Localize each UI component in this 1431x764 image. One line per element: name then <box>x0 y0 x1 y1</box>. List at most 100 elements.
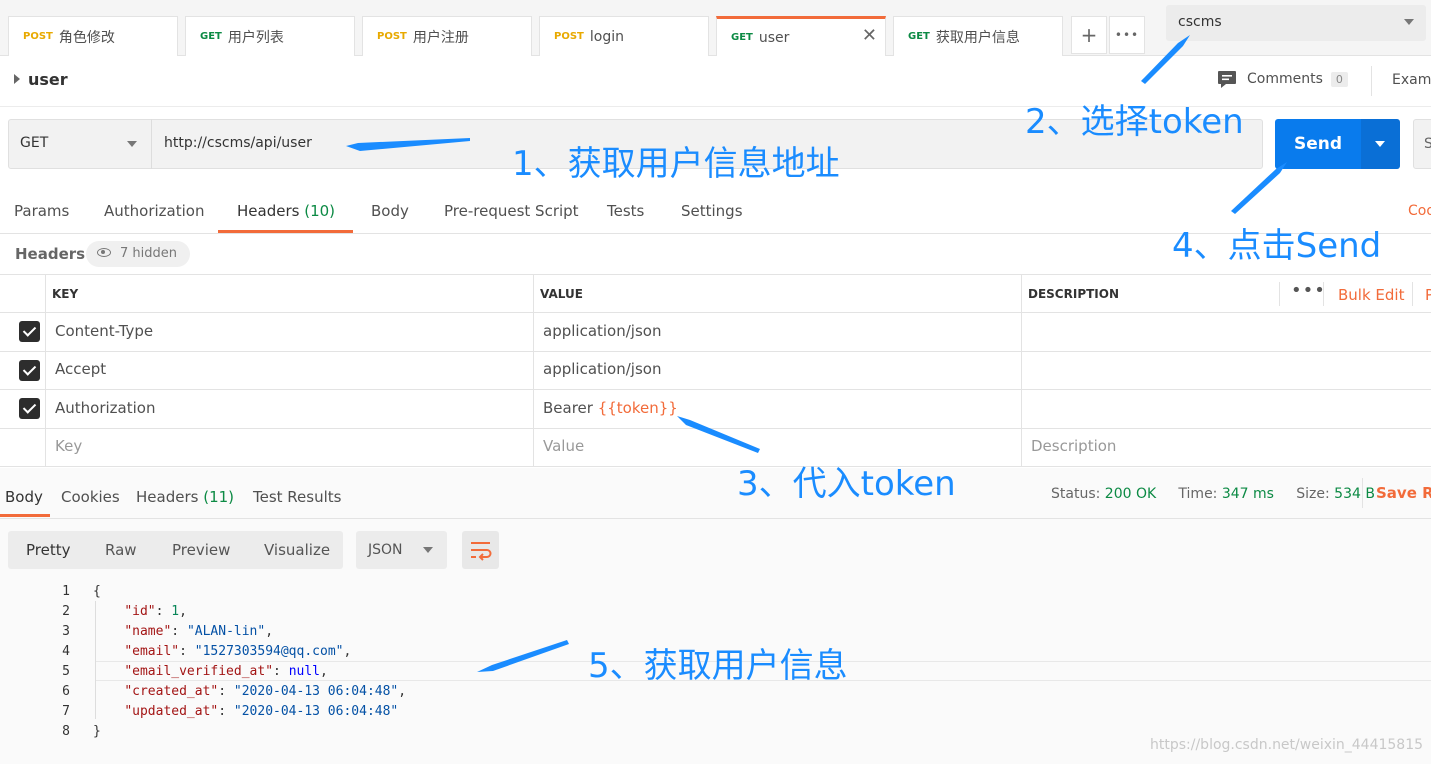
view-raw[interactable]: Raw <box>105 541 137 559</box>
size-label: Size: <box>1296 486 1330 502</box>
view-pretty[interactable]: Pretty <box>26 541 71 559</box>
json-value: "ALAN-lin" <box>186 624 266 639</box>
close-icon[interactable]: ✕ <box>862 25 877 46</box>
row-checkbox[interactable] <box>19 360 40 381</box>
line-number: 6 <box>62 684 70 699</box>
json-value: "1527303594@qq.com" <box>194 644 344 659</box>
request-tab[interactable]: POST 角色修改 <box>8 16 178 56</box>
tab-body[interactable]: Body <box>371 202 409 220</box>
tab-settings[interactable]: Settings <box>681 202 743 220</box>
url-input[interactable]: http://cscms/api/user <box>164 135 464 151</box>
line-number: 1 <box>62 584 70 599</box>
key-input[interactable]: Key <box>55 437 82 455</box>
response-meta: Status: 200 OK Time: 347 ms Size: 534 B <box>1051 486 1375 502</box>
request-tab[interactable]: POST 用户注册 <box>362 16 532 56</box>
tab-response-body[interactable]: Body <box>5 488 43 506</box>
json-comma: , <box>265 624 274 639</box>
row-checkbox[interactable] <box>19 321 40 342</box>
method-select[interactable]: GET <box>8 119 152 169</box>
hidden-headers-label: 7 hidden <box>120 246 177 261</box>
more-tabs-button[interactable]: ••• <box>1109 16 1145 54</box>
tab-tests[interactable]: Tests <box>607 202 644 220</box>
divider <box>0 518 1431 519</box>
comments-count: 0 <box>1330 71 1348 87</box>
value-input[interactable]: Value <box>543 437 584 455</box>
more-icon[interactable]: ••• <box>1291 280 1326 301</box>
more-icon: ••• <box>1114 28 1140 42</box>
request-tab[interactable]: GET 用户列表 <box>185 16 355 56</box>
format-select[interactable]: JSON <box>356 531 447 569</box>
code-line: } <box>93 724 101 739</box>
header-value[interactable]: Bearer {{token}} <box>543 399 678 417</box>
request-tab[interactable]: GET 获取用户信息 <box>893 16 1063 56</box>
description-input[interactable]: Description <box>1031 437 1116 455</box>
presets-link[interactable]: P <box>1425 286 1431 304</box>
header-value[interactable]: application/json <box>543 322 661 340</box>
divider <box>0 312 1431 313</box>
column-header-value: VALUE <box>540 287 583 301</box>
json-value: "2020-04-13 06:04:48" <box>233 684 399 699</box>
json-value: 1 <box>171 604 180 619</box>
environment-select[interactable]: cscms <box>1166 5 1426 41</box>
time-value: 347 ms <box>1221 486 1274 502</box>
comments-button[interactable]: Comments 0 <box>1217 70 1348 88</box>
annotation-step-1: 1、获取用户信息地址 <box>512 144 840 184</box>
tab-response-headers-count: (11) <box>203 488 235 506</box>
new-tab-button[interactable]: + <box>1071 16 1107 54</box>
json-comma: , <box>398 684 407 699</box>
divider <box>45 274 46 466</box>
view-visualize[interactable]: Visualize <box>264 541 330 559</box>
tab-headers[interactable]: Headers (10) <box>237 202 335 220</box>
tab-label: user <box>758 29 790 46</box>
tab-pre-request-script[interactable]: Pre-request Script <box>444 202 579 220</box>
divider <box>1371 66 1372 96</box>
cookies-link[interactable]: Coo <box>1408 203 1431 219</box>
tab-response-cookies[interactable]: Cookies <box>61 488 120 506</box>
request-tab-active[interactable]: GET user ✕ <box>716 16 886 56</box>
row-checkbox[interactable] <box>19 398 40 419</box>
eye-icon <box>97 248 111 257</box>
json-key: "created_at" <box>124 684 219 699</box>
json-comma: , <box>320 664 328 679</box>
size-value: 534 B <box>1334 486 1375 502</box>
header-value[interactable]: application/json <box>543 360 661 378</box>
json-key: "email" <box>124 644 180 659</box>
divider <box>1412 282 1413 306</box>
tab-authorization[interactable]: Authorization <box>104 202 204 220</box>
request-tab[interactable]: POST login <box>539 16 709 56</box>
bulk-edit-link[interactable]: Bulk Edit <box>1338 286 1404 304</box>
examples-button[interactable]: Exam <box>1392 72 1431 88</box>
chevron-down-icon <box>1404 19 1414 25</box>
header-key[interactable]: Accept <box>55 360 106 378</box>
code-line: "id": 1, <box>124 604 187 619</box>
tab-test-results[interactable]: Test Results <box>253 488 341 506</box>
tab-response-headers[interactable]: Headers (11) <box>136 488 234 506</box>
wrap-lines-button[interactable] <box>462 531 499 569</box>
headers-table <box>0 274 1431 468</box>
divider <box>0 466 1431 467</box>
annotation-step-3: 3、代入token <box>737 464 956 504</box>
code-line: "updated_at": "2020-04-13 06:04:48" <box>124 704 399 719</box>
line-number: 4 <box>62 644 70 659</box>
line-number: 5 <box>62 664 70 679</box>
tab-label: 用户注册 <box>412 29 469 46</box>
tab-label: 角色修改 <box>58 29 115 46</box>
send-options-button[interactable] <box>1361 119 1400 169</box>
save-button[interactable]: S <box>1413 119 1431 169</box>
send-button[interactable]: Send <box>1275 119 1361 169</box>
caret-right-icon[interactable] <box>14 74 20 84</box>
code-line: "name": "ALAN-lin", <box>124 624 274 639</box>
comments-label: Comments <box>1247 71 1323 87</box>
header-value-prefix: Bearer <box>543 399 598 417</box>
json-comma: , <box>343 644 352 659</box>
response-panel <box>0 468 1431 764</box>
format-value: JSON <box>368 542 403 558</box>
headers-section-title: Headers <box>15 245 86 263</box>
header-key[interactable]: Content-Type <box>55 322 153 340</box>
divider <box>1021 274 1022 466</box>
annotation-step-5: 5、获取用户信息 <box>588 646 848 686</box>
view-preview[interactable]: Preview <box>172 541 230 559</box>
save-response-button[interactable]: Save Re <box>1376 484 1431 502</box>
tab-params[interactable]: Params <box>14 202 69 220</box>
header-key[interactable]: Authorization <box>55 399 155 417</box>
